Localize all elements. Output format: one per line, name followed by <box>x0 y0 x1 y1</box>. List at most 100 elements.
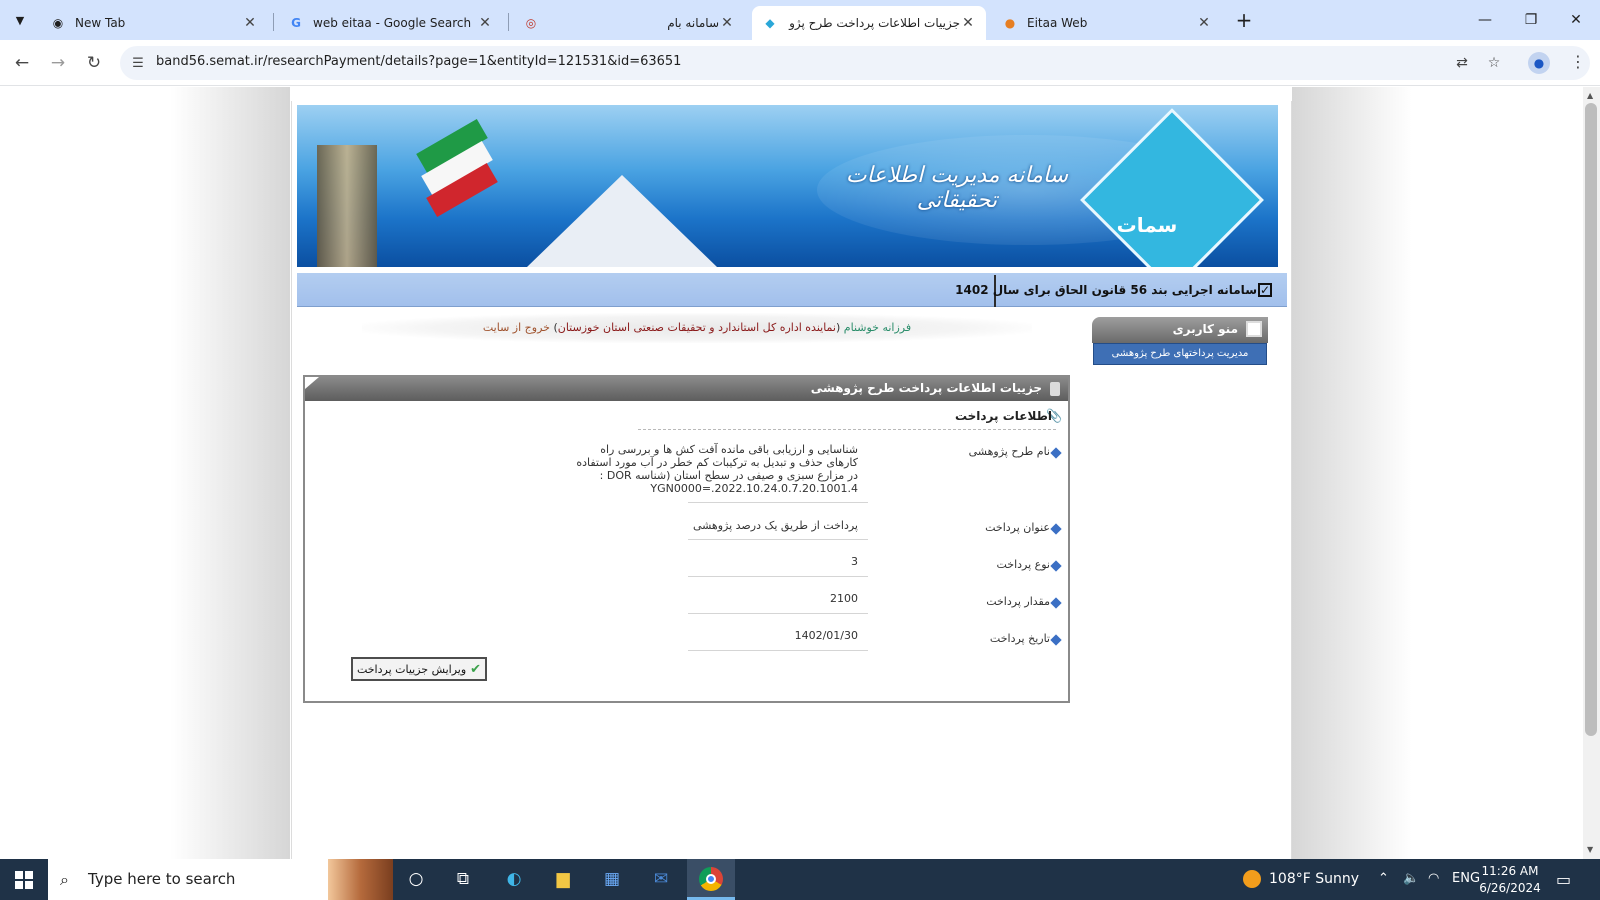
taskbar-search-placeholder: Type here to search <box>88 870 236 888</box>
sun-icon <box>1243 870 1261 888</box>
lock-icon <box>1050 382 1060 396</box>
browser-toolbar: ← → ↻ ☰ band56.semat.ir/researchPayment/… <box>0 40 1600 86</box>
value-line: 20.1001.4.YGN0000=.2022.10.24.0.7 <box>650 482 858 495</box>
value-line: شناسایی و ارزیابی باقی مانده آفت کش ها و… <box>600 443 858 456</box>
tab-title: web eitaa - Google Search <box>313 16 472 30</box>
taskbar-search-box[interactable]: ⌕ Type here to search <box>48 859 393 900</box>
chrome-icon[interactable] <box>697 865 725 893</box>
org-paren-open: ( <box>835 321 841 334</box>
translate-icon[interactable]: ⇄ <box>1451 52 1473 74</box>
banner-title: سامانه مدیریت اطلاعات تحقیقاتی <box>845 163 1069 213</box>
edge-icon[interactable]: ◐ <box>500 865 528 893</box>
scroll-up-icon[interactable]: ▲ <box>1587 91 1593 100</box>
tab-search-button[interactable]: ▼ <box>8 8 32 32</box>
label-payment-date: تاریخ پرداخت <box>989 632 1050 645</box>
google-icon: G <box>291 16 301 30</box>
show-hidden-icons-icon[interactable]: ⌃ <box>1378 871 1389 886</box>
user-menu-title: منو کاربری <box>1172 322 1238 336</box>
launch-tower-image <box>317 145 377 267</box>
tab-title: Eitaa Web <box>1027 16 1088 30</box>
panel-header: جزییات اطلاعات پرداخت طرح پژوهشی <box>305 377 1068 401</box>
search-highlight-image <box>328 859 393 900</box>
logout-link[interactable]: خروج از سایت <box>483 321 550 334</box>
row-divider <box>688 502 868 503</box>
bullet-pin-icon <box>1050 560 1062 572</box>
close-icon[interactable]: ✕ <box>1196 15 1212 31</box>
taskbar-clock[interactable]: 11:26 AM 6/26/2024 <box>1478 863 1542 897</box>
close-icon[interactable]: ✕ <box>242 15 258 31</box>
section-divider <box>638 429 1056 430</box>
menu-window-icon <box>1246 321 1262 337</box>
clock-date: 6/26/2024 <box>1479 881 1541 895</box>
volume-icon[interactable]: 🔈 <box>1403 871 1419 886</box>
weather-text: 108°F Sunny <box>1269 871 1360 887</box>
file-explorer-icon[interactable]: ▆ <box>549 865 577 893</box>
profile-avatar-icon[interactable]: ● <box>1528 52 1550 74</box>
label-project-name: نام طرح پژوهشی <box>968 445 1050 458</box>
bullet-pin-icon <box>1050 634 1062 646</box>
value-line: کارهای حذف و تبدیل به ترکیبات کم خطر در … <box>576 456 858 469</box>
new-tab-button[interactable]: + <box>1233 9 1255 31</box>
value-payment-date: 1402/01/30 <box>794 629 858 642</box>
user-organization: نماینده اداره کل استاندارد و تحقیقات صنع… <box>557 321 836 334</box>
restore-button[interactable]: ❐ <box>1511 5 1551 35</box>
task-view-icon[interactable]: ⧉ <box>449 865 477 893</box>
minimize-button[interactable]: — <box>1465 5 1505 35</box>
notifications-icon[interactable]: ▭ <box>1556 870 1571 889</box>
clock-time: 11:26 AM <box>1481 864 1539 878</box>
semat-logo-text: سمات <box>1116 213 1178 237</box>
mountain-image <box>527 175 717 267</box>
mail-icon[interactable]: ✉ <box>647 865 675 893</box>
close-icon[interactable]: ✕ <box>477 15 493 31</box>
panel-corner <box>305 377 319 389</box>
tab-bam[interactable]: ◎ سامانه بام ✕ <box>513 6 745 40</box>
address-bar[interactable]: ☰ band56.semat.ir/researchPayment/detail… <box>120 46 1590 80</box>
reload-icon: ↻ <box>86 53 102 73</box>
language-indicator[interactable]: ENG <box>1452 871 1480 886</box>
page-viewport: سامانه مدیریت اطلاعات تحقیقاتی سمات ✓ سا… <box>0 87 1583 859</box>
windows-logo-icon <box>15 870 33 889</box>
forward-button[interactable]: → <box>44 49 72 77</box>
tab-new-tab[interactable]: ◉ New Tab ✕ <box>40 6 268 40</box>
edit-button-label: ویرایش جزییات پرداخت <box>356 662 467 676</box>
tab-google-search[interactable]: G web eitaa - Google Search ✕ <box>278 6 503 40</box>
network-icon[interactable]: ◠ <box>1428 871 1439 886</box>
cortana-icon[interactable]: ○ <box>402 865 430 893</box>
close-window-button[interactable]: ✕ <box>1556 5 1596 35</box>
value-payment-title: پرداخت از طریق یک درصد پژوهشی <box>692 519 858 532</box>
page-shadow-left <box>170 87 290 859</box>
bookmark-star-icon[interactable]: ☆ <box>1483 52 1505 74</box>
panel-title: جزییات اطلاعات پرداخت طرح پژوهشی <box>810 381 1042 395</box>
system-title: سامانه اجرایی بند 56 قانون الحاق برای سا… <box>955 283 1257 297</box>
start-button[interactable] <box>0 859 48 900</box>
page-container: سامانه مدیریت اطلاعات تحقیقاتی سمات ✓ سا… <box>291 101 1292 859</box>
value-project-name: شناسایی و ارزیابی باقی مانده آفت کش ها و… <box>548 443 858 495</box>
section-title: اطلاعات پرداخت <box>954 409 1052 423</box>
reload-button[interactable]: ↻ <box>80 49 108 77</box>
chrome-icon: ◉ <box>52 16 64 30</box>
more-menu-icon[interactable]: ⋮ <box>1568 52 1588 74</box>
label-payment-amount: مقدار پرداخت <box>986 595 1050 608</box>
edit-payment-details-button[interactable]: ✔ ویرایش جزییات پرداخت <box>351 657 487 681</box>
close-icon[interactable]: ✕ <box>719 15 735 31</box>
url-text[interactable]: band56.semat.ir/researchPayment/details?… <box>156 54 681 69</box>
scroll-down-icon[interactable]: ▼ <box>1587 845 1593 854</box>
checkmark-icon: ✔ <box>470 661 482 677</box>
row-divider <box>688 539 868 540</box>
user-name: فرزانه خوشنام <box>843 321 912 334</box>
tab-eitaa-web[interactable]: ● Eitaa Web ✕ <box>992 6 1222 40</box>
user-info-line: فرزانه خوشنام (نماینده اداره کل استاندار… <box>362 313 1032 343</box>
weather-widget[interactable]: 108°F Sunny <box>1243 870 1359 888</box>
semat-logo <box>1080 108 1264 267</box>
scrollbar-thumb[interactable] <box>1585 103 1597 736</box>
menu-item-payment-management[interactable]: مدیریت پرداختهای طرح پژوهشی <box>1093 343 1267 365</box>
store-icon[interactable]: ▦ <box>598 865 626 893</box>
back-button[interactable]: ← <box>8 49 36 77</box>
row-divider <box>688 613 868 614</box>
windows-taskbar: ⌕ Type here to search ○ ⧉ ◐ ▆ ▦ ✉ 108°F … <box>0 859 1600 900</box>
tab-payment-details[interactable]: ◆ جزییات اطلاعات پرداخت طرح پژو ✕ <box>752 6 986 40</box>
close-icon[interactable]: ✕ <box>960 15 976 31</box>
tab-strip: ▼ ◉ New Tab ✕ G web eitaa - Google Searc… <box>0 0 1600 40</box>
page-scrollbar[interactable]: ▲ ▼ <box>1583 87 1600 859</box>
site-info-icon[interactable]: ☰ <box>126 51 150 75</box>
